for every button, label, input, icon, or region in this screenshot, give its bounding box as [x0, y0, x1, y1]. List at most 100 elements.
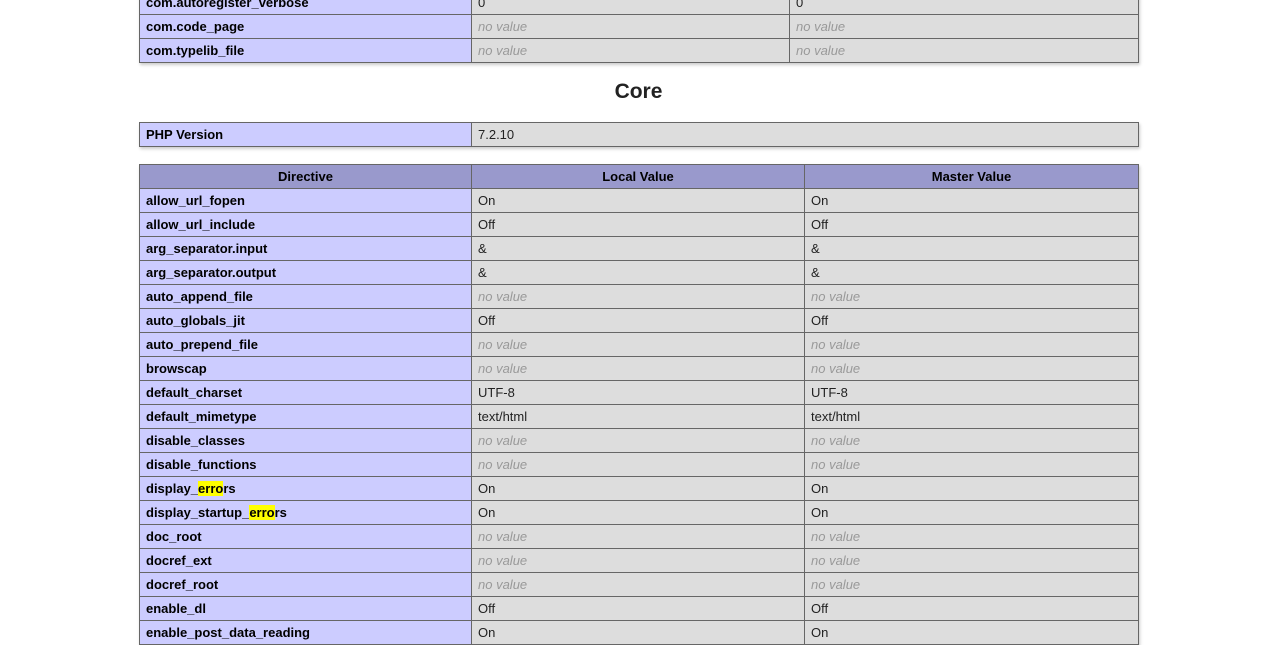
com-table-section: com.autoregister_verbose 0 0 com.code_page n…	[139, 0, 1139, 63]
directive-name: allow_url_include	[139, 212, 472, 237]
php-version-label: PHP Version	[139, 122, 472, 147]
local-value: no value	[471, 332, 805, 357]
table-row: enable_dl Off Off	[139, 596, 1139, 621]
master-value: On	[804, 476, 1139, 501]
master-value: no value	[804, 548, 1139, 573]
master-value: &	[804, 236, 1139, 261]
directive-name: auto_prepend_file	[139, 332, 472, 357]
table-header-row: Directive Local Value Master Value	[139, 164, 1139, 189]
directive-name: arg_separator.output	[139, 260, 472, 285]
table-row: disable_classes no value no value	[139, 428, 1139, 453]
no-value-text: no value	[478, 361, 528, 376]
no-value-text: no value	[811, 529, 861, 544]
table-row: display_startup_errors On On	[139, 500, 1139, 525]
local-value: &	[471, 236, 805, 261]
column-header-directive: Directive	[139, 164, 472, 189]
local-value: Off	[471, 212, 805, 237]
local-value: no value	[471, 428, 805, 453]
local-value: On	[471, 620, 805, 645]
master-value: On	[804, 188, 1139, 213]
table-row: auto_globals_jit Off Off	[139, 308, 1139, 333]
core-directive-section: Directive Local Value Master Value allow…	[139, 164, 1139, 645]
directive-name: default_mimetype	[139, 404, 472, 429]
directive-name: browscap	[139, 356, 472, 381]
master-value: On	[804, 500, 1139, 525]
local-value: no value	[471, 284, 805, 309]
master-value: Off	[804, 596, 1139, 621]
local-value: Off	[471, 596, 805, 621]
master-value: no value	[804, 452, 1139, 477]
no-value-text: no value	[478, 337, 528, 352]
directive-name: disable_functions	[139, 452, 472, 477]
no-value-text: no value	[811, 433, 861, 448]
directive-name: com.code_page	[139, 14, 472, 39]
local-value: UTF-8	[471, 380, 805, 405]
local-value: text/html	[471, 404, 805, 429]
php-version-value: 7.2.10	[471, 122, 1139, 147]
directive-name: display_errors	[139, 476, 472, 501]
table-row: enable_post_data_reading On On	[139, 620, 1139, 645]
directive-name: arg_separator.input	[139, 236, 472, 261]
directive-name: display_startup_errors	[139, 500, 472, 525]
core-directive-table: Directive Local Value Master Value allow…	[139, 164, 1139, 645]
local-value: no value	[471, 38, 790, 63]
master-value: Off	[804, 308, 1139, 333]
table-row: docref_root no value no value	[139, 572, 1139, 597]
table-row: arg_separator.output & &	[139, 260, 1139, 285]
no-value-text: no value	[811, 289, 861, 304]
table-row: display_errors On On	[139, 476, 1139, 501]
master-value: 0	[789, 0, 1139, 15]
local-value: no value	[471, 356, 805, 381]
column-header-local-value: Local Value	[471, 164, 805, 189]
master-value: no value	[789, 38, 1139, 63]
section-title-core: Core	[614, 80, 663, 103]
local-value: no value	[471, 572, 805, 597]
local-value: no value	[471, 548, 805, 573]
master-value: no value	[804, 332, 1139, 357]
table-row: default_charset UTF-8 UTF-8	[139, 380, 1139, 405]
directive-name: docref_ext	[139, 548, 472, 573]
directive-name: auto_globals_jit	[139, 308, 472, 333]
directive-name: allow_url_fopen	[139, 188, 472, 213]
no-value-text: no value	[811, 457, 861, 472]
local-value: no value	[471, 14, 790, 39]
table-row: disable_functions no value no value	[139, 452, 1139, 477]
search-match-highlight: erro	[249, 505, 275, 520]
table-row: com.typelib_file no value no value	[139, 38, 1139, 63]
table-row: docref_ext no value no value	[139, 548, 1139, 573]
table-row: com.code_page no value no value	[139, 14, 1139, 39]
table-row: default_mimetype text/html text/html	[139, 404, 1139, 429]
master-value: Off	[804, 212, 1139, 237]
table-row: allow_url_include Off Off	[139, 212, 1139, 237]
master-value: &	[804, 260, 1139, 285]
directive-name: doc_root	[139, 524, 472, 549]
local-value: no value	[471, 524, 805, 549]
master-value: no value	[804, 572, 1139, 597]
directive-name: com.typelib_file	[139, 38, 472, 63]
directive-name: enable_dl	[139, 596, 472, 621]
no-value-text: no value	[796, 19, 846, 34]
local-value: &	[471, 260, 805, 285]
local-value: no value	[471, 452, 805, 477]
no-value-text: no value	[478, 553, 528, 568]
no-value-text: no value	[811, 361, 861, 376]
no-value-text: no value	[478, 43, 528, 58]
master-value: text/html	[804, 404, 1139, 429]
table-row: auto_prepend_file no value no value	[139, 332, 1139, 357]
table-row: PHP Version 7.2.10	[139, 122, 1139, 147]
directive-name: com.autoregister_verbose	[139, 0, 472, 15]
no-value-text: no value	[478, 457, 528, 472]
directive-name: docref_root	[139, 572, 472, 597]
no-value-text: no value	[478, 529, 528, 544]
table-row: allow_url_fopen On On	[139, 188, 1139, 213]
no-value-text: no value	[796, 43, 846, 58]
master-value: no value	[804, 356, 1139, 381]
no-value-text: no value	[811, 553, 861, 568]
column-header-master-value: Master Value	[804, 164, 1139, 189]
master-value: no value	[804, 284, 1139, 309]
master-value: no value	[804, 428, 1139, 453]
no-value-text: no value	[478, 577, 528, 592]
no-value-text: no value	[811, 577, 861, 592]
master-value: no value	[789, 14, 1139, 39]
search-match-highlight: erro	[198, 481, 224, 496]
